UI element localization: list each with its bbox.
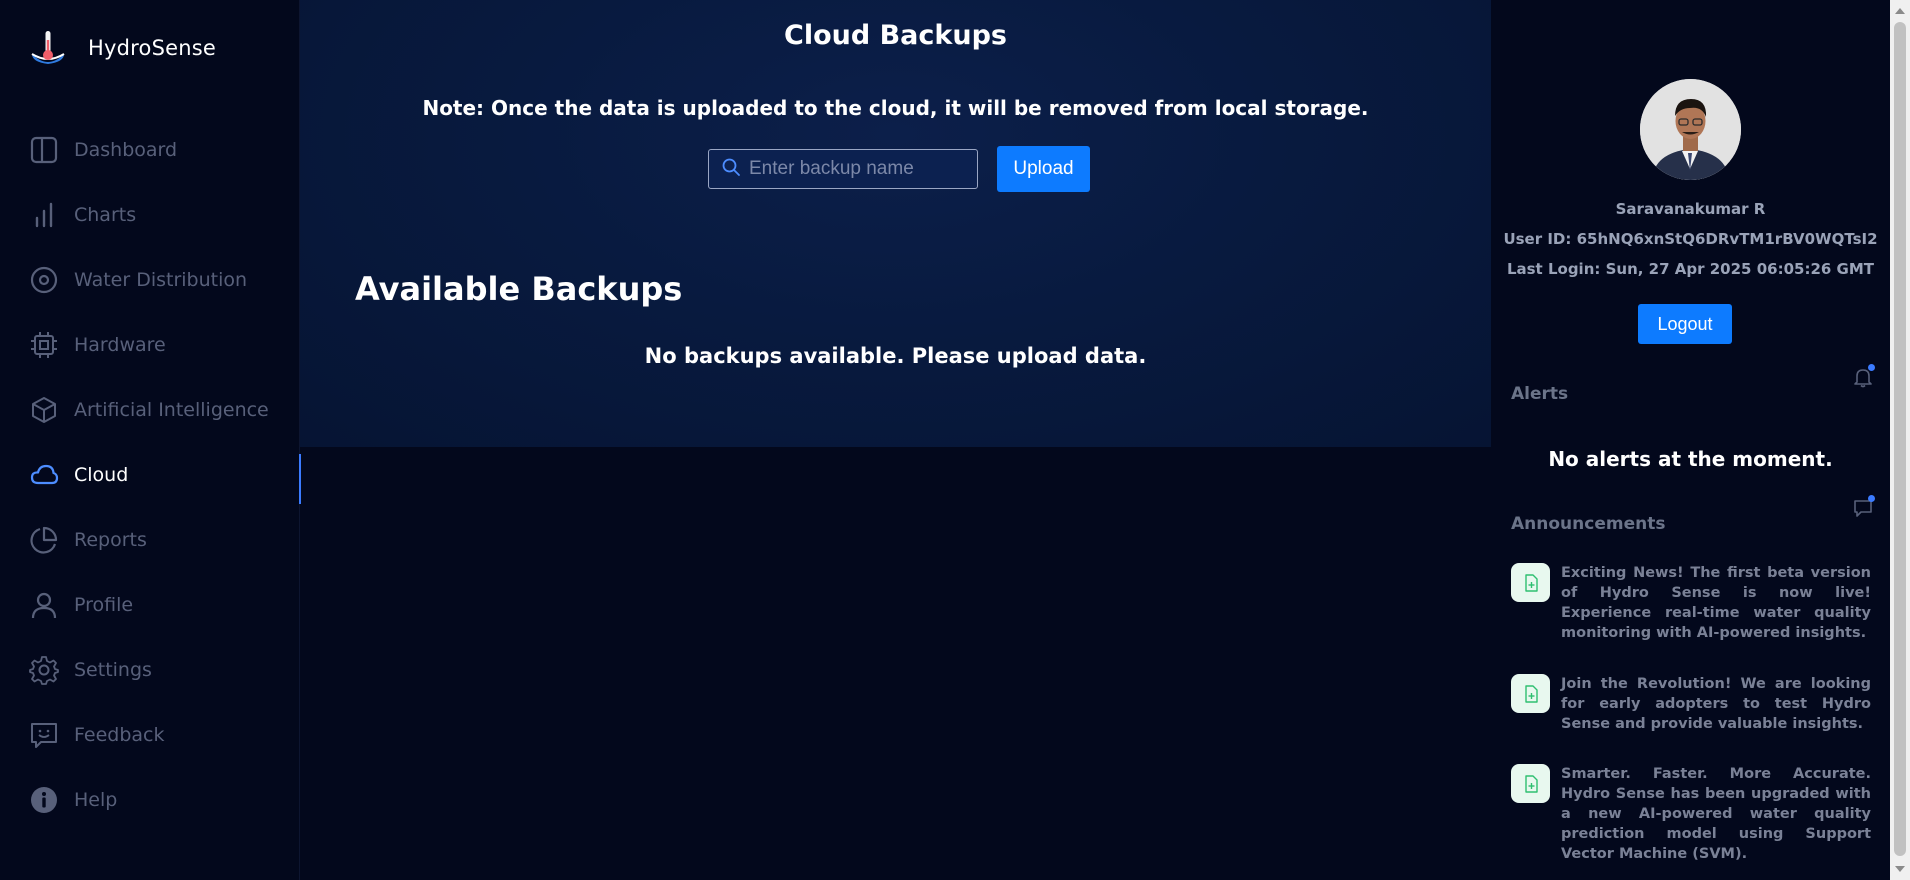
gear-icon	[28, 654, 60, 686]
announcements-heading: Announcements	[1511, 514, 1666, 534]
page-scrollbar[interactable]	[1890, 0, 1910, 880]
document-icon	[1511, 674, 1550, 713]
search-icon	[721, 157, 741, 182]
layout-icon	[28, 134, 60, 166]
storage-note: Note: Once the data is uploaded to the c…	[422, 96, 1369, 120]
document-icon	[1511, 563, 1550, 602]
pie-chart-icon	[28, 524, 60, 556]
sidebar-item-settings[interactable]: Settings	[0, 637, 300, 702]
logout-button[interactable]: Logout	[1638, 304, 1732, 344]
sidebar-item-cloud[interactable]: Cloud	[0, 442, 301, 507]
scroll-down-arrow-icon[interactable]	[1895, 866, 1905, 872]
scrollbar-thumb[interactable]	[1894, 22, 1906, 856]
announcement-item: Smarter. Faster. More Accurate. Hydro Se…	[1511, 764, 1871, 864]
sidebar-item-label: Cloud	[74, 463, 129, 486]
scroll-up-arrow-icon[interactable]	[1895, 8, 1905, 14]
no-backups-message: No backups available. Please upload data…	[644, 344, 1147, 368]
announcement-text: Join the Revolution! We are looking for …	[1561, 676, 1871, 732]
message-icon[interactable]	[1852, 495, 1875, 519]
user-name: Saravanakumar R	[1615, 200, 1766, 218]
document-icon	[1511, 764, 1550, 803]
sidebar-nav: Dashboard Charts Water Distribution Hard…	[0, 117, 301, 832]
sidebar-item-artificial-intelligence[interactable]: Artificial Intelligence	[0, 377, 300, 442]
announcement-text: Exciting News! The first beta version of…	[1561, 565, 1871, 641]
sidebar-item-label: Hardware	[74, 333, 166, 356]
alerts-heading: Alerts	[1511, 384, 1569, 404]
announcement-item: Exciting News! The first beta version of…	[1511, 563, 1871, 643]
backup-name-field[interactable]	[708, 149, 978, 189]
sidebar: HydroSense Dashboard Charts Water Distri…	[0, 0, 301, 880]
sidebar-item-label: Help	[74, 788, 118, 811]
cpu-icon	[28, 329, 60, 361]
cloud-backups-panel: Cloud Backups Note: Once the data is upl…	[300, 0, 1491, 447]
sidebar-item-label: Settings	[74, 658, 152, 681]
sidebar-item-label: Charts	[74, 203, 137, 226]
notification-dot	[1868, 495, 1875, 502]
last-login: Last Login: Sun, 27 Apr 2025 06:05:26 GM…	[1506, 260, 1875, 278]
sidebar-item-reports[interactable]: Reports	[0, 507, 300, 572]
user-icon	[28, 589, 60, 621]
app-name: HydroSense	[88, 36, 216, 60]
avatar[interactable]	[1640, 79, 1741, 180]
user-id: User ID: 65hNQ6xnStQ6DRvTM1rBV0WQTsI2	[1503, 230, 1878, 248]
sidebar-item-label: Water Distribution	[74, 268, 248, 291]
announcement-item: Join the Revolution! We are looking for …	[1511, 674, 1871, 734]
brand[interactable]: HydroSense	[28, 28, 216, 68]
sidebar-item-help[interactable]: Help	[0, 767, 300, 832]
sidebar-item-hardware[interactable]: Hardware	[0, 312, 300, 377]
upload-button[interactable]: Upload	[997, 146, 1090, 192]
sidebar-item-dashboard[interactable]: Dashboard	[0, 117, 300, 182]
info-icon	[28, 784, 60, 816]
no-alerts-message: No alerts at the moment.	[1548, 447, 1833, 471]
sidebar-item-label: Feedback	[74, 723, 165, 746]
sidebar-item-label: Profile	[74, 593, 134, 616]
hydrosense-logo-icon	[28, 28, 68, 68]
target-icon	[28, 264, 60, 296]
available-backups-heading: Available Backups	[355, 270, 683, 308]
sidebar-item-label: Artificial Intelligence	[74, 398, 269, 421]
sidebar-item-charts[interactable]: Charts	[0, 182, 300, 247]
backup-name-input[interactable]	[749, 158, 969, 180]
feedback-icon	[28, 719, 60, 751]
sidebar-item-label: Reports	[74, 528, 147, 551]
announcement-text: Smarter. Faster. More Accurate. Hydro Se…	[1561, 766, 1871, 862]
sidebar-item-profile[interactable]: Profile	[0, 572, 300, 637]
right-panel: Saravanakumar R User ID: 65hNQ6xnStQ6DRv…	[1491, 0, 1890, 880]
bar-chart-icon	[28, 199, 60, 231]
notification-dot	[1868, 364, 1875, 371]
page-title: Cloud Backups	[784, 20, 1007, 51]
cube-icon	[28, 394, 60, 426]
sidebar-item-water-distribution[interactable]: Water Distribution	[0, 247, 300, 312]
sidebar-item-feedback[interactable]: Feedback	[0, 702, 300, 767]
bell-icon[interactable]	[1852, 364, 1875, 388]
cloud-icon	[28, 459, 60, 491]
sidebar-item-label: Dashboard	[74, 138, 178, 161]
